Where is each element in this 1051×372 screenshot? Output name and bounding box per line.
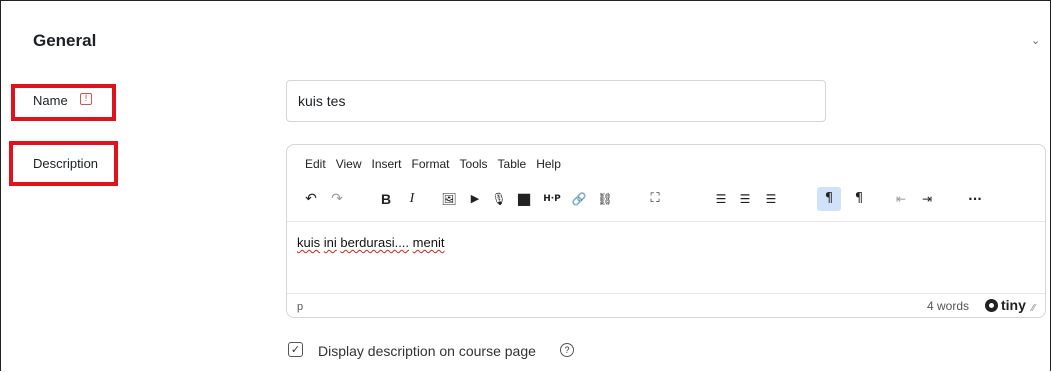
editor-menubar: Edit View Insert Format Tools Table Help <box>305 157 571 171</box>
menu-view[interactable]: View <box>336 157 362 171</box>
editor-content[interactable]: kuis ini berdurasi.... menit <box>297 235 444 250</box>
indent-icon[interactable]: ⇥ <box>915 187 939 211</box>
align-center-icon[interactable]: ☰ <box>733 187 757 211</box>
tiny-brand-text: tiny <box>1001 297 1026 313</box>
editor-toolbar: ↶ ↷ B I 🖼 ▶ 🎙 ■ H·P 🔗 ⛓ ⛶ ☰ ☰ ☰ ¶ ¶ ⇤ ⇥ … <box>287 187 1045 213</box>
help-icon[interactable]: ? <box>560 343 574 357</box>
microphone-icon[interactable]: 🎙 <box>487 187 511 211</box>
video-camera-icon[interactable]: ■ <box>512 187 536 211</box>
media-icon[interactable]: ▶ <box>463 187 487 211</box>
menu-tools[interactable]: Tools <box>460 157 488 171</box>
chevron-down-icon[interactable]: ⌄ <box>1031 34 1040 47</box>
ltr-icon[interactable]: ¶ <box>817 187 841 211</box>
content-word: ini <box>323 235 337 250</box>
tiny-logo-mark-icon <box>985 298 998 312</box>
name-label: Name <box>33 93 68 108</box>
menu-help[interactable]: Help <box>536 157 561 171</box>
italic-icon[interactable]: I <box>400 187 424 211</box>
name-input[interactable]: kuis tes <box>286 80 826 122</box>
description-label: Description <box>33 156 99 171</box>
align-left-icon[interactable]: ☰ <box>709 187 733 211</box>
display-description-label[interactable]: Display description on course page <box>318 343 536 359</box>
align-right-icon[interactable]: ☰ <box>759 187 783 211</box>
tiny-logo[interactable]: tiny <box>985 297 1026 313</box>
content-word: kuis <box>297 235 321 250</box>
menu-edit[interactable]: Edit <box>305 157 326 171</box>
word-count[interactable]: 4 words <box>927 299 969 313</box>
required-icon: ! <box>80 93 92 105</box>
editor-statusbar: p 4 words tiny ⁄⁄ <box>287 293 1045 317</box>
toolbar-divider <box>287 221 1045 222</box>
menu-insert[interactable]: Insert <box>371 157 401 171</box>
fullscreen-icon[interactable]: ⛶ <box>643 187 667 211</box>
content-word: berdurasi.... <box>340 235 410 250</box>
unlink-icon[interactable]: ⛓ <box>593 187 617 211</box>
outdent-icon[interactable]: ⇤ <box>889 187 913 211</box>
link-icon[interactable]: 🔗 <box>567 187 591 211</box>
content-word: menit <box>412 235 445 250</box>
description-editor: Edit View Insert Format Tools Table Help… <box>286 144 1046 318</box>
undo-icon[interactable]: ↶ <box>299 187 323 211</box>
menu-format[interactable]: Format <box>412 157 450 171</box>
bold-icon[interactable]: B <box>374 187 398 211</box>
element-path[interactable]: p <box>297 301 303 313</box>
rtl-icon[interactable]: ¶ <box>847 187 871 211</box>
redo-icon[interactable]: ↷ <box>325 187 349 211</box>
resize-handle-icon[interactable]: ⁄⁄ <box>1032 303 1035 314</box>
more-icon[interactable]: ··· <box>963 187 987 211</box>
menu-table[interactable]: Table <box>498 157 527 171</box>
h5p-icon[interactable]: H·P <box>538 187 566 211</box>
display-description-checkbox[interactable]: ✓ <box>288 342 303 357</box>
image-icon[interactable]: 🖼 <box>437 187 461 211</box>
section-title[interactable]: General <box>33 31 96 51</box>
